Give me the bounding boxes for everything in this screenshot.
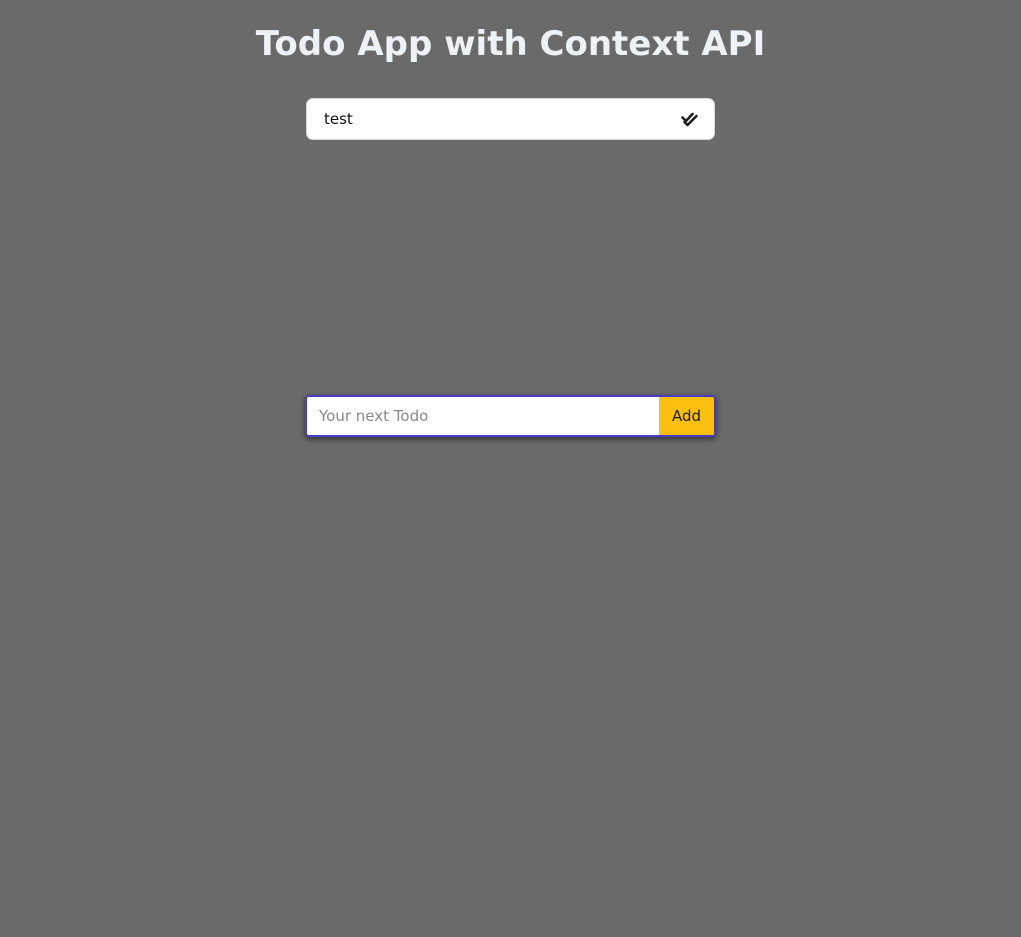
- add-button[interactable]: Add: [659, 397, 714, 435]
- todo-form: Add: [305, 395, 716, 437]
- todo-input[interactable]: [307, 397, 659, 435]
- todo-list: test: [306, 98, 715, 140]
- todo-item-text: test: [324, 110, 353, 128]
- page-title: Todo App with Context API: [255, 24, 766, 64]
- double-check-icon[interactable]: [680, 109, 700, 129]
- todo-item: test: [306, 98, 715, 140]
